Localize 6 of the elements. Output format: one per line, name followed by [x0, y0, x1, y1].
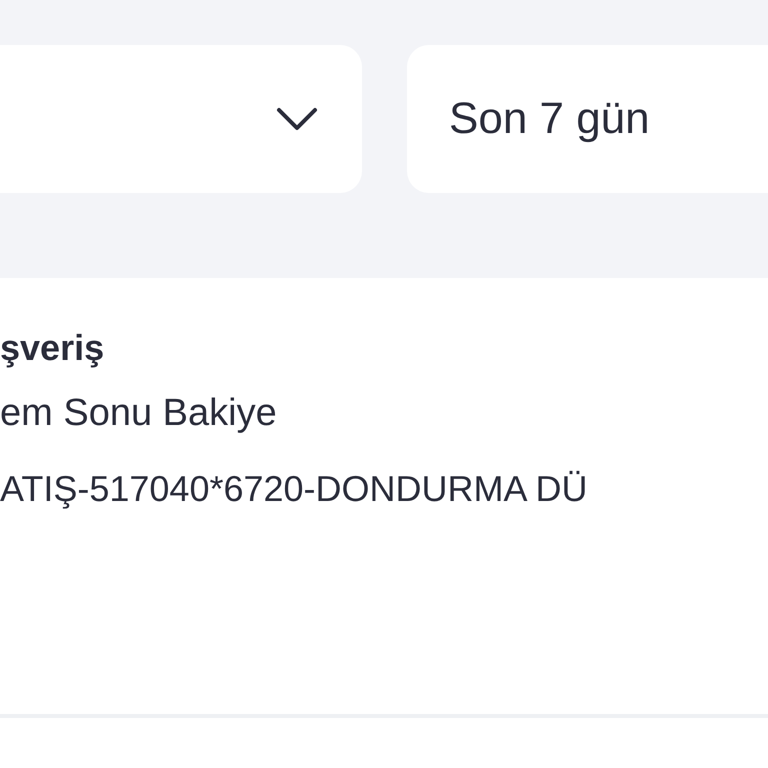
- chevron-down-icon: [276, 107, 318, 131]
- dropdown-field[interactable]: [0, 45, 362, 193]
- period-selector[interactable]: Son 7 gün: [407, 45, 768, 193]
- transaction-description: ATIŞ-517040*6720-DONDURMA DÜ: [0, 466, 589, 510]
- transaction-subtitle: em Sonu Bakiye: [0, 391, 278, 436]
- transaction-title: şveriş: [0, 326, 106, 370]
